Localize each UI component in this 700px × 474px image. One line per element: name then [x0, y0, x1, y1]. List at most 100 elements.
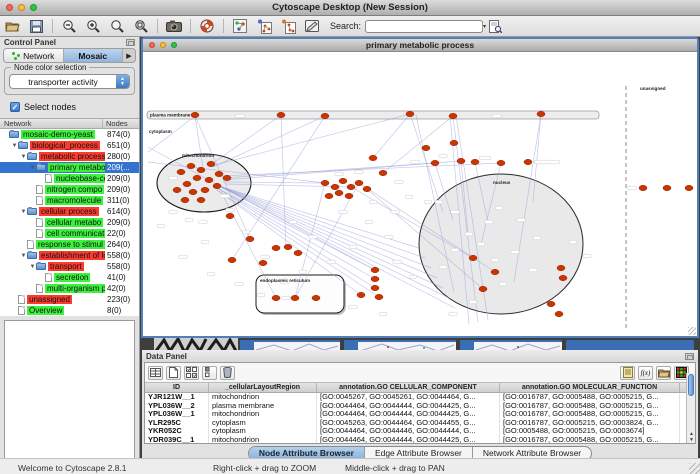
table-cell[interactable]: [GO:0044464, GO:0044444, GO:0044425, G..… — [317, 436, 500, 445]
network-node[interactable] — [557, 265, 565, 270]
layout-icon-2[interactable] — [279, 18, 297, 34]
network-node[interactable] — [371, 276, 379, 281]
network-node[interactable] — [173, 187, 181, 192]
network-node[interactable] — [371, 267, 379, 272]
network-node[interactable] — [479, 286, 487, 291]
table-cell[interactable]: [GO:0016787, GO:0005488, GO:0005215, G..… — [500, 436, 680, 445]
network-node[interactable] — [291, 295, 299, 300]
table-cell[interactable]: YPL036W__2 — [145, 402, 209, 411]
expand-icon[interactable]: ▼ — [20, 154, 27, 160]
scrollbar-thumb[interactable] — [688, 374, 694, 396]
window-resize-grip[interactable] — [688, 327, 696, 335]
column-header[interactable]: ID — [145, 383, 209, 392]
network-node[interactable] — [312, 295, 320, 300]
network-node[interactable] — [524, 159, 532, 164]
tree-row[interactable]: mosaic-demo-yeast874(0) — [0, 129, 139, 140]
network-node[interactable] — [355, 180, 363, 185]
import-attributes-icon[interactable] — [656, 366, 671, 380]
network-node[interactable] — [197, 167, 205, 172]
network-node[interactable] — [294, 250, 302, 255]
tree-row[interactable]: Overview8(0) — [0, 305, 139, 316]
network-edge[interactable] — [217, 188, 375, 279]
tab-overflow-icon[interactable]: ▶ — [123, 49, 135, 62]
tree-row[interactable]: response to stimul264(0) — [0, 239, 139, 250]
expand-icon[interactable]: ▼ — [29, 264, 36, 270]
tree-row[interactable]: macromolecule311(0) — [0, 195, 139, 206]
network-node[interactable] — [272, 295, 280, 300]
table-cell[interactable]: mitochondrion — [209, 393, 317, 402]
function-builder-icon[interactable]: f(x) — [638, 366, 653, 380]
network-node[interactable] — [663, 185, 671, 190]
network-node[interactable] — [450, 140, 458, 145]
tree-row[interactable]: unassigned223(0) — [0, 294, 139, 305]
select-nodes-checkbox[interactable]: ✓ — [10, 102, 20, 112]
network-node[interactable] — [371, 285, 379, 290]
table-row[interactable]: YPL036W__1mitochondrion[GO:0044464, GO:0… — [145, 410, 695, 419]
save-icon[interactable] — [27, 18, 45, 34]
app-resize-grip[interactable] — [689, 463, 700, 474]
network-node[interactable] — [469, 255, 477, 260]
network-node[interactable] — [325, 193, 333, 198]
open-icon[interactable] — [3, 18, 21, 34]
network-edge[interactable] — [209, 115, 281, 166]
float-panel-icon[interactable] — [126, 39, 135, 46]
network-node[interactable] — [207, 161, 215, 166]
table-cell[interactable]: [GO:0044464, GO:0044444, GO:0044425, G..… — [317, 410, 500, 419]
network-node[interactable] — [347, 184, 355, 189]
network-edge[interactable] — [217, 188, 375, 270]
float-panel-icon[interactable] — [685, 353, 694, 360]
table-row[interactable]: YLR295Ccytoplasm[GO:0045263, GO:0044464,… — [145, 419, 695, 428]
network-edge[interactable] — [219, 186, 431, 268]
zoom-fit-icon[interactable] — [108, 18, 126, 34]
select-attributes-icon[interactable] — [184, 366, 199, 380]
network-window[interactable]: primary metabolic process plasma membran… — [141, 37, 699, 338]
tree-row[interactable]: secretion41(0) — [0, 272, 139, 283]
table-cell[interactable]: [GO:0016787, GO:0005488, GO:0005215, G..… — [500, 410, 680, 419]
table-cell[interactable]: [GO:0016787, GO:0005488, GO:0005215, G..… — [500, 402, 680, 411]
table-row[interactable]: YKR052Ccytoplasm[GO:0044464, GO:0044446,… — [145, 427, 695, 436]
network-node[interactable] — [357, 292, 365, 297]
network-node[interactable] — [685, 185, 693, 190]
tree-row[interactable]: ▼establishment of lo558(0) — [0, 250, 139, 261]
network-node[interactable] — [191, 112, 199, 117]
network-node[interactable] — [639, 185, 647, 190]
column-header[interactable]: _cellularLayoutRegion — [209, 383, 317, 392]
zoom-in-icon[interactable] — [84, 18, 102, 34]
tree-row[interactable]: nucleobase-co209(0) — [0, 173, 139, 184]
network-canvas[interactable]: plasma membranecytoplasmmitochondrionnuc… — [143, 52, 697, 336]
network-edge[interactable] — [219, 186, 437, 278]
network-overview-icon[interactable] — [231, 18, 249, 34]
network-node[interactable] — [213, 183, 221, 188]
network-navigator[interactable] — [4, 320, 135, 466]
network-node[interactable] — [177, 169, 185, 174]
column-header[interactable]: annotation.GO MOLECULAR_FUNCTION — [500, 383, 680, 392]
table-row[interactable]: YPL036W__2plasma membrane[GO:0044464, GO… — [145, 402, 695, 411]
expand-icon[interactable]: ▼ — [20, 253, 27, 259]
tree-row[interactable]: ▼metabolic process280(0) — [0, 151, 139, 162]
network-node[interactable] — [375, 294, 383, 299]
table-cell[interactable]: YKR052C — [145, 427, 209, 436]
snapshot-icon[interactable] — [165, 18, 183, 34]
network-node[interactable] — [406, 111, 414, 116]
tree-row[interactable]: ▼transport558(0) — [0, 261, 139, 272]
tree-row[interactable]: nitrogen compo209(0) — [0, 184, 139, 195]
network-node[interactable] — [181, 197, 189, 202]
network-node[interactable] — [226, 213, 234, 218]
new-attribute-icon[interactable] — [166, 366, 181, 380]
table-row[interactable]: YDR039C__1mitochondrion[GO:0044464, GO:0… — [145, 436, 695, 445]
table-cell[interactable]: [GO:0044464, GO:0044444, GO:0044425, G..… — [317, 402, 500, 411]
zoom-out-icon[interactable] — [60, 18, 78, 34]
network-node[interactable] — [197, 197, 205, 202]
attribute-editor-icon[interactable] — [620, 366, 635, 380]
network-node[interactable] — [471, 159, 479, 164]
network-node[interactable] — [321, 113, 329, 118]
tab-network[interactable]: Network — [4, 49, 64, 62]
search-input[interactable] — [366, 21, 482, 32]
table-cell[interactable]: [GO:0005488, GO:0005215, GO:0003674] — [500, 427, 680, 436]
column-header[interactable]: annotation.GO CELLULAR_COMPONENT — [317, 383, 500, 392]
table-cell[interactable]: cytoplasm — [209, 419, 317, 428]
expand-icon[interactable]: ▼ — [11, 143, 18, 149]
network-edge[interactable] — [223, 163, 435, 180]
network-node[interactable] — [497, 160, 505, 165]
network-node[interactable] — [187, 163, 195, 168]
